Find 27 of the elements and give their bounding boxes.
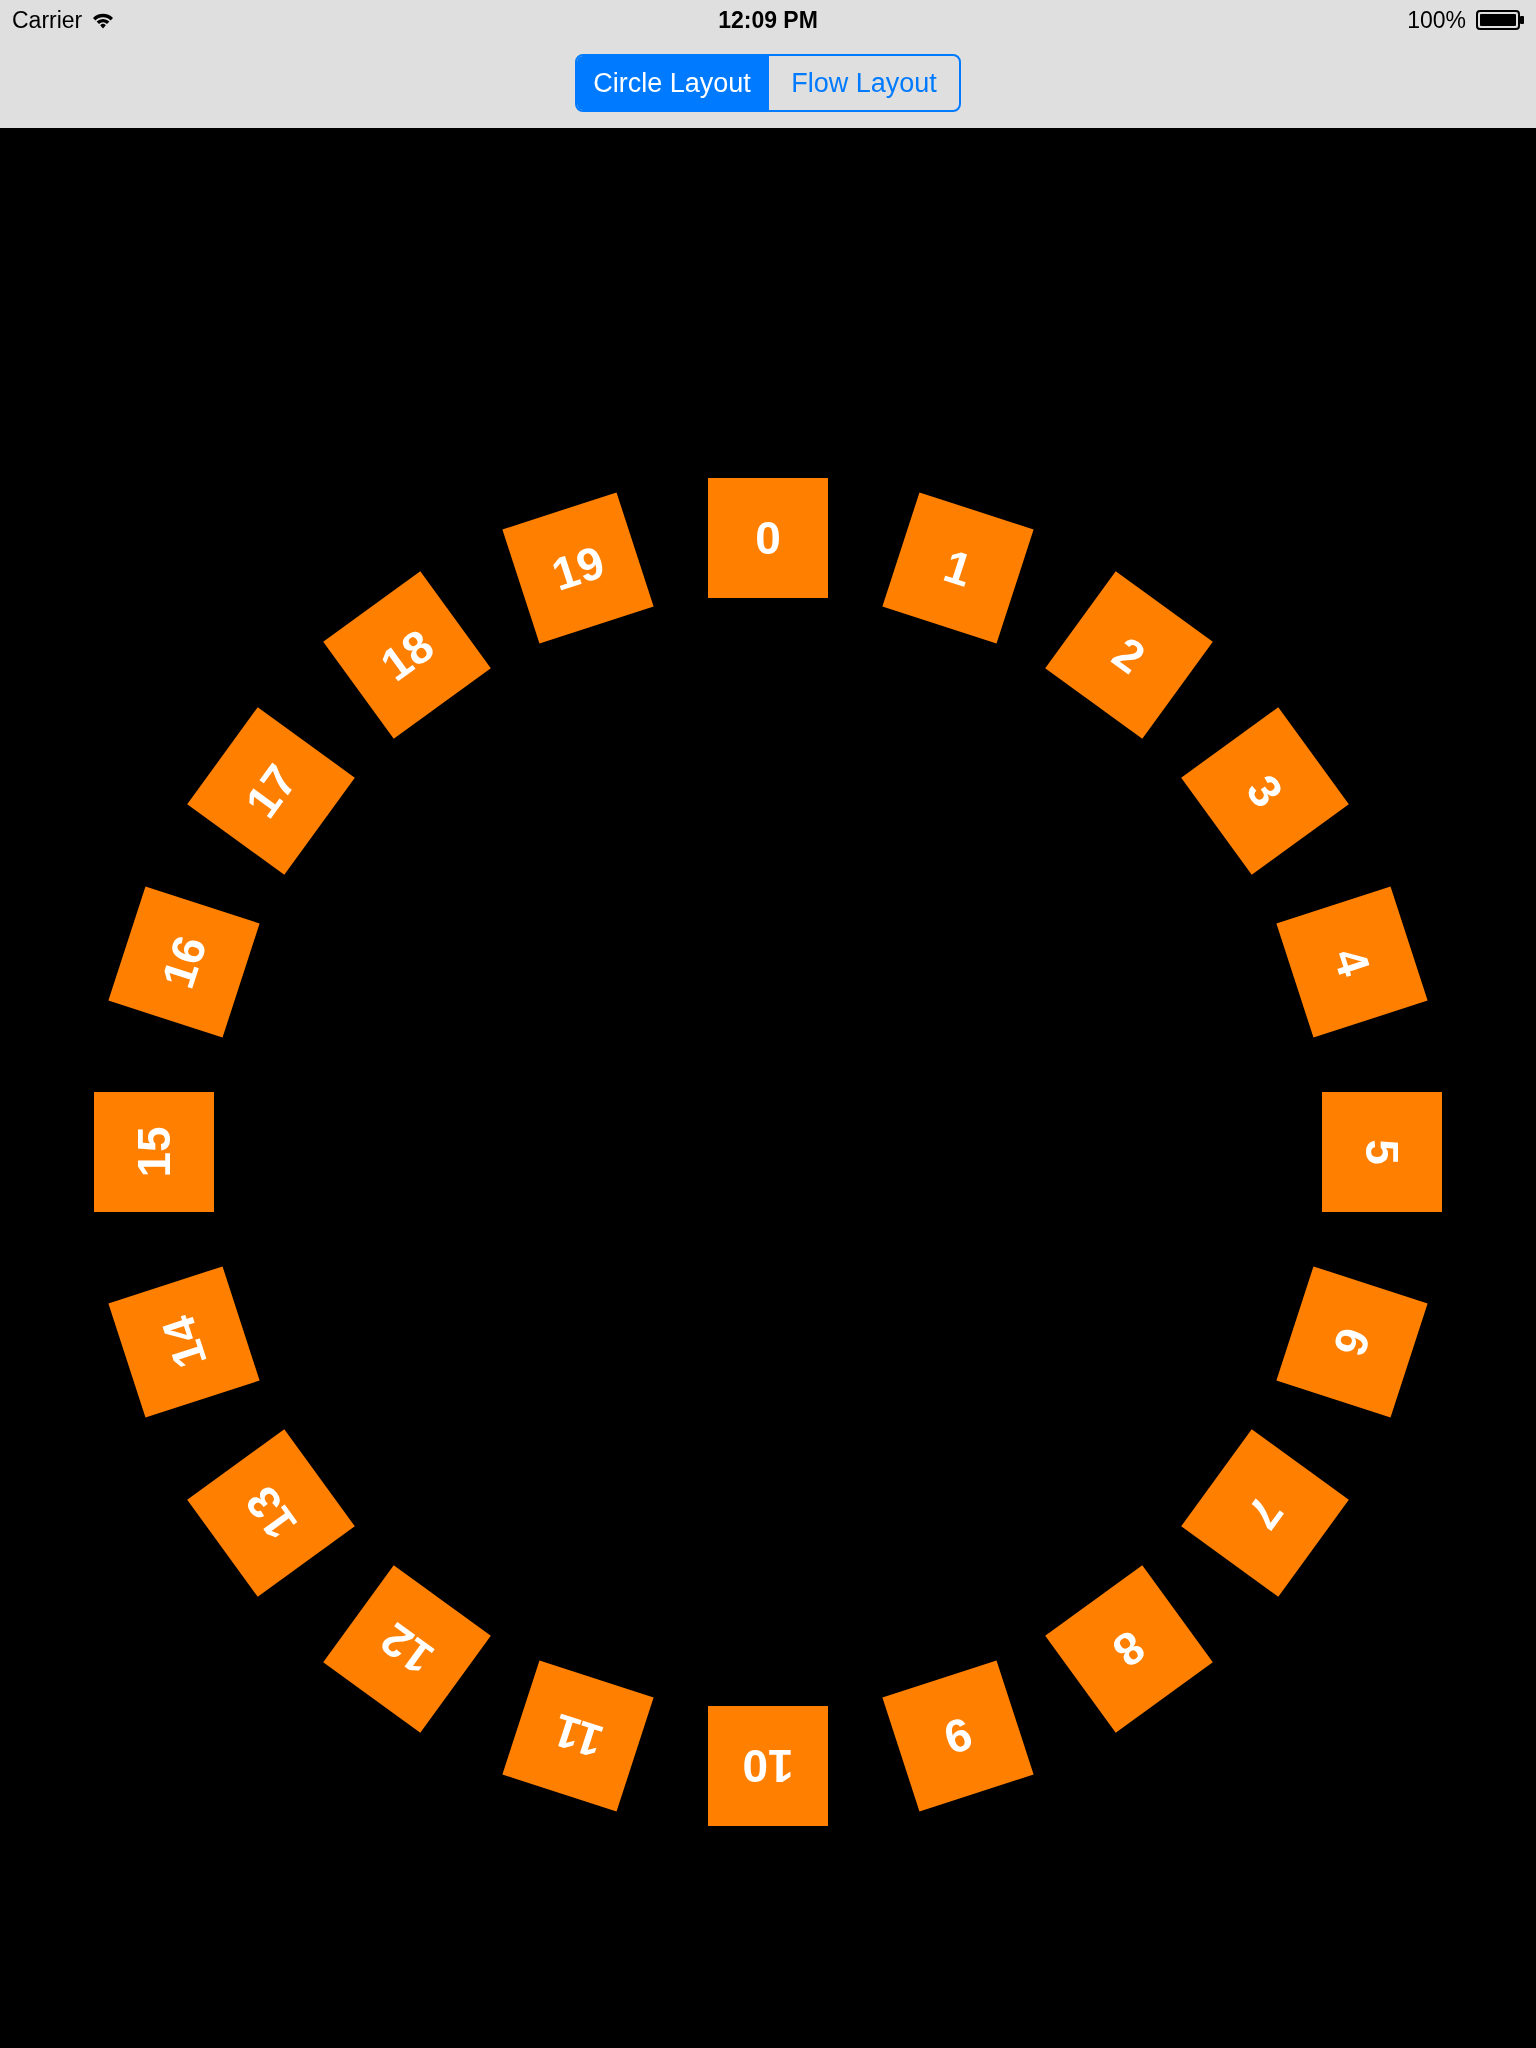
number-tile: 2	[1045, 571, 1213, 740]
number-tile: 6	[1276, 1266, 1428, 1418]
number-tile: 7	[1180, 1429, 1349, 1597]
battery-icon	[1476, 10, 1524, 30]
layout-segment[interactable]: Circle Layout	[577, 56, 767, 110]
number-tile: 10	[708, 1706, 828, 1826]
number-tile: 15	[94, 1092, 214, 1212]
number-tile: 11	[502, 1660, 654, 1812]
battery-percentage: 100%	[1407, 5, 1466, 35]
carrier-name: Carrier	[12, 5, 83, 35]
number-tile: 1	[882, 492, 1034, 644]
number-tile: 12	[323, 1564, 491, 1733]
status-time: 12:09 PM	[718, 5, 818, 35]
number-tile: 0	[708, 478, 828, 598]
number-tile: 9	[882, 1660, 1034, 1812]
number-tile: 16	[108, 886, 260, 1038]
layout-segment[interactable]: Flow Layout	[767, 56, 959, 110]
number-tile: 18	[323, 571, 491, 740]
number-tile: 5	[1322, 1092, 1442, 1212]
number-tile: 8	[1045, 1564, 1213, 1733]
number-tile: 13	[187, 1429, 356, 1597]
number-tile: 4	[1276, 886, 1428, 1038]
wifi-icon	[92, 11, 115, 29]
number-tile: 14	[108, 1266, 260, 1418]
number-tile: 3	[1180, 707, 1349, 875]
number-tile: 19	[502, 492, 654, 644]
number-tile: 17	[187, 707, 356, 875]
